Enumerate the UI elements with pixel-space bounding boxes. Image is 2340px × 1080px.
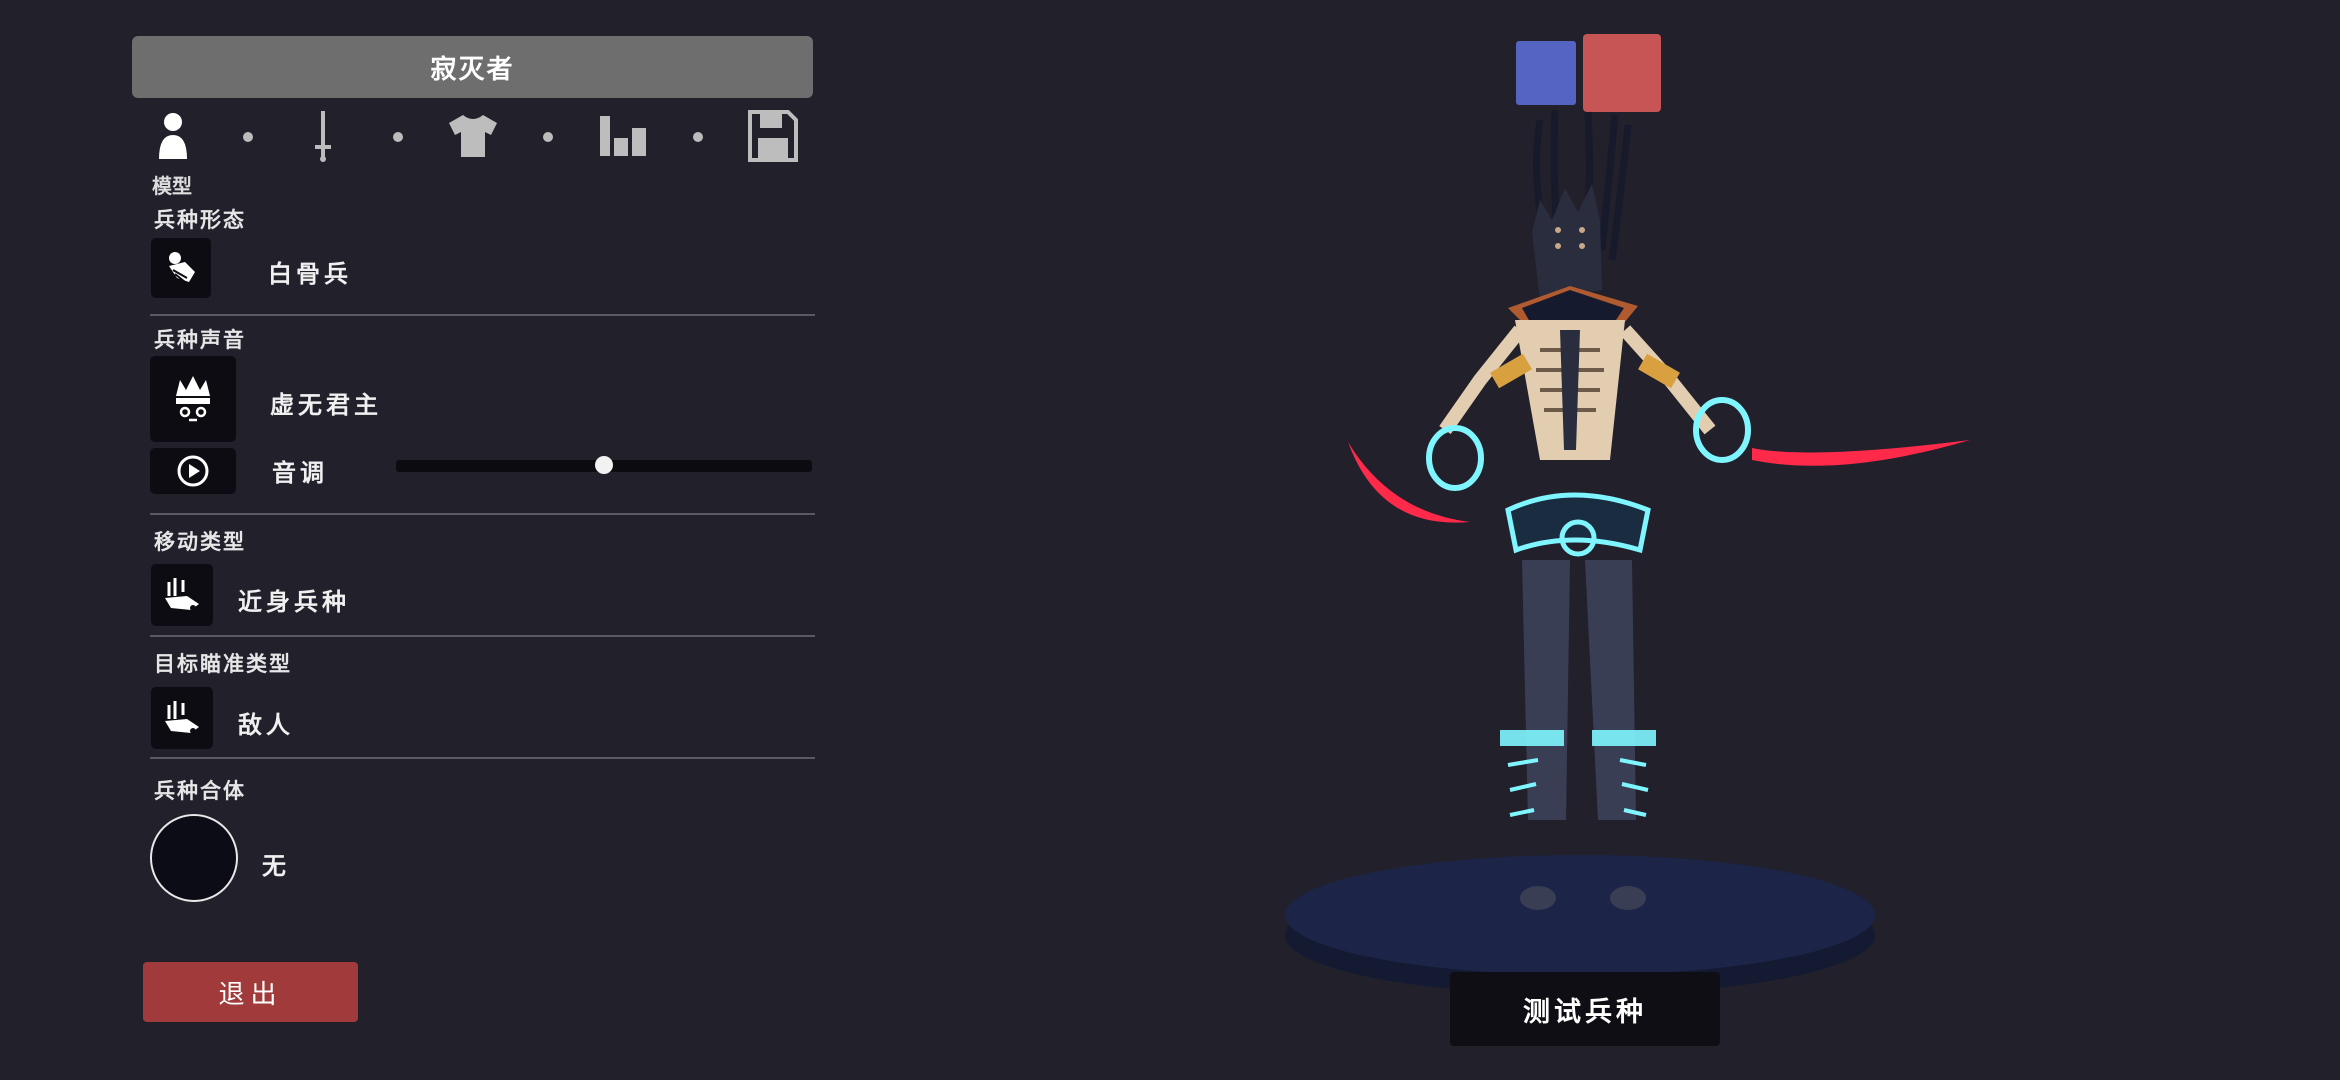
unit-3d-preview[interactable] (1240, 100, 2040, 1040)
voice-select-button[interactable] (150, 356, 236, 442)
sword-icon (315, 111, 331, 162)
movement-select-button[interactable] (151, 564, 213, 626)
target-section-title: 目标瞄准类型 (154, 652, 292, 676)
form-select-button[interactable] (151, 238, 211, 298)
play-icon (177, 455, 209, 487)
test-unit-button[interactable]: 测试兵种 (1450, 972, 1720, 1046)
pitch-label: 音调 (272, 459, 328, 487)
person-icon (159, 113, 187, 159)
target-select-button[interactable] (151, 687, 213, 749)
voice-play-button[interactable] (150, 448, 236, 494)
tab-stats[interactable] (593, 108, 653, 164)
active-tab-label: 模型 (152, 174, 192, 198)
movement-value: 近身兵种 (238, 588, 350, 616)
section-divider (150, 635, 815, 637)
exit-button[interactable]: 退出 (143, 962, 358, 1022)
tab-separator-dot (693, 132, 703, 142)
tab-save[interactable] (743, 108, 803, 164)
tab-weapons[interactable] (293, 108, 353, 164)
section-divider (150, 757, 815, 759)
voice-value: 虚无君主 (270, 391, 382, 419)
tab-separator-dot (543, 132, 553, 142)
tab-separator-dot (393, 132, 403, 142)
target-value: 敌人 (238, 711, 294, 739)
movement-section-title: 移动类型 (154, 530, 246, 554)
team-blue-swatch[interactable] (1516, 41, 1576, 105)
merge-value: 无 (262, 852, 290, 880)
section-divider (150, 513, 815, 515)
tab-model[interactable] (143, 108, 203, 164)
form-section-title: 兵种形态 (154, 208, 246, 232)
unit-name-title[interactable]: 寂灭者 (132, 36, 813, 98)
tab-clothing[interactable] (443, 108, 503, 164)
crown-mask-icon (176, 376, 210, 422)
skeleton-icon (169, 252, 195, 283)
form-value: 白骨兵 (268, 260, 352, 288)
pitch-slider-handle[interactable] (595, 456, 613, 474)
tab-separator-dot (243, 132, 253, 142)
merge-select-button[interactable] (150, 814, 238, 902)
voice-section-title: 兵种声音 (154, 328, 246, 352)
save-icon (748, 110, 798, 162)
target-unit-icon (165, 701, 199, 734)
shirt-icon (449, 115, 497, 157)
bar-chart-icon (600, 116, 646, 156)
merge-section-title: 兵种合体 (154, 779, 246, 803)
melee-unit-icon (165, 578, 199, 611)
section-divider (150, 314, 815, 316)
